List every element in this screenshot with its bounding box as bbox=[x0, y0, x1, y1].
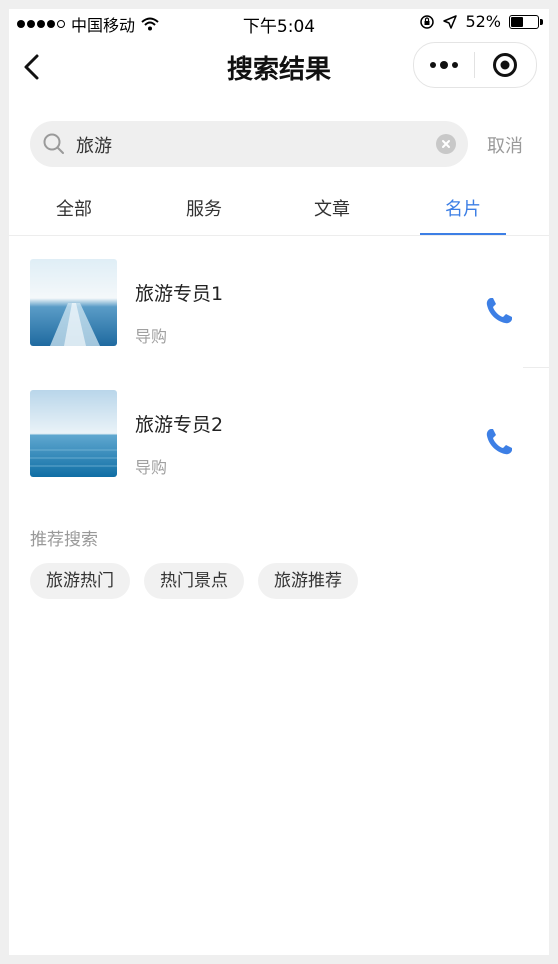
battery-percent: 52% bbox=[465, 12, 501, 31]
result-tabs: 全部 服务 文章 名片 bbox=[9, 187, 549, 236]
clear-search-button[interactable] bbox=[436, 134, 456, 154]
recommend-chip[interactable]: 旅游推荐 bbox=[258, 563, 358, 599]
chevron-left-icon[interactable] bbox=[19, 53, 47, 81]
battery-fill bbox=[511, 16, 523, 27]
recommend-chip[interactable]: 旅游热门 bbox=[30, 563, 130, 599]
contact-role: 导购 bbox=[135, 458, 168, 477]
phone-icon[interactable] bbox=[483, 426, 515, 458]
search-icon bbox=[43, 133, 64, 154]
orientation-lock-icon bbox=[420, 14, 435, 29]
clear-x-icon bbox=[442, 140, 450, 148]
ocean-wake-photo bbox=[30, 259, 117, 346]
contact-name: 旅游专员1 bbox=[135, 283, 224, 305]
tab-services[interactable]: 服务 bbox=[139, 195, 269, 221]
tab-all[interactable]: 全部 bbox=[9, 195, 139, 221]
contact-role: 导购 bbox=[135, 327, 168, 346]
search-input[interactable] bbox=[74, 129, 418, 161]
active-tab-indicator bbox=[420, 233, 506, 235]
recommend-chips: 旅游热门 热门景点 旅游推荐 bbox=[30, 563, 358, 599]
result-card[interactable]: 旅游专员2 导购 bbox=[9, 374, 549, 504]
status-right: 52% bbox=[419, 12, 543, 31]
phone-icon[interactable] bbox=[483, 295, 515, 327]
cancel-button[interactable]: 取消 bbox=[487, 132, 523, 158]
close-button[interactable] bbox=[475, 43, 535, 87]
ocean-horizon-photo bbox=[30, 390, 117, 477]
recommend-chip[interactable]: 热门景点 bbox=[144, 563, 244, 599]
location-arrow-icon bbox=[443, 14, 458, 29]
card-divider bbox=[523, 367, 549, 368]
status-bar: 中国移动 下午5:04 52% bbox=[9, 9, 549, 37]
more-button[interactable] bbox=[414, 43, 474, 87]
nav-bar: 搜索结果 bbox=[9, 39, 549, 95]
tab-business-cards[interactable]: 名片 bbox=[398, 195, 528, 221]
phone-screen: 中国移动 下午5:04 52% 搜索结果 旅游 取消 全部 服务 文章 名片 旅… bbox=[9, 9, 549, 955]
search-bar bbox=[30, 121, 468, 167]
contact-name: 旅游专员2 bbox=[135, 414, 224, 436]
battery-icon bbox=[509, 14, 543, 29]
recommend-title: 推荐搜索 bbox=[30, 530, 98, 550]
result-card[interactable]: 旅游专员1 导购 bbox=[9, 243, 549, 373]
target-circle-icon bbox=[493, 53, 517, 77]
miniprogram-capsule bbox=[413, 42, 537, 88]
tab-articles[interactable]: 文章 bbox=[267, 195, 397, 221]
more-dots-icon bbox=[430, 61, 458, 69]
